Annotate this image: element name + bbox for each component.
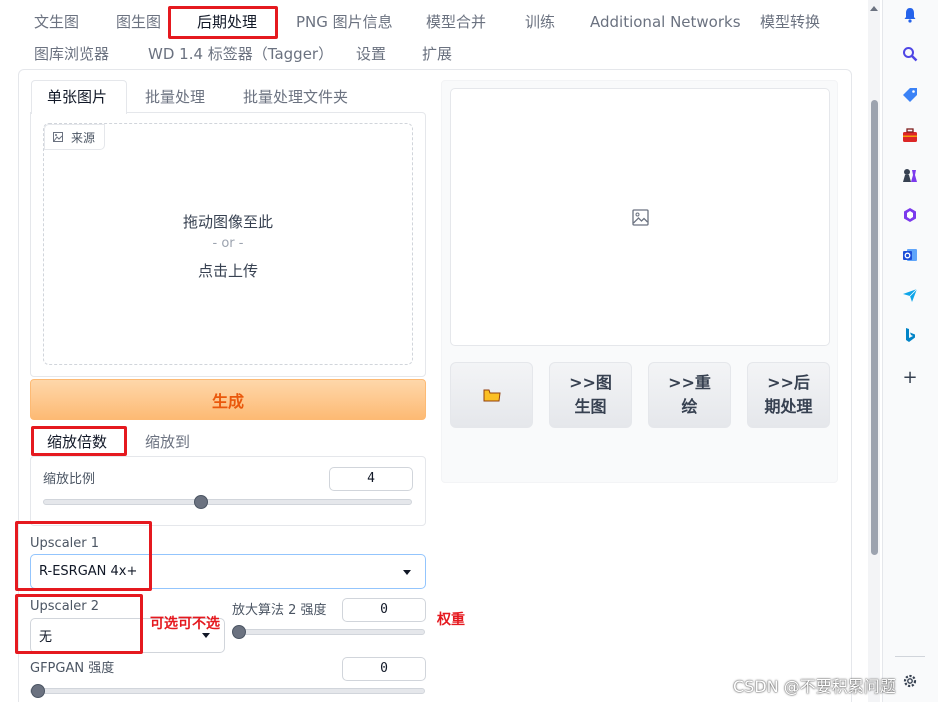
watermark: CSDN @不要积累问题 [733, 677, 896, 696]
scale-ratio-label: 缩放比例 [43, 472, 96, 487]
upscaler2-strength-slider-thumb[interactable] [232, 625, 246, 639]
gfpgan-slider-thumb[interactable] [31, 684, 45, 698]
bing-icon[interactable] [901, 326, 919, 344]
chevron-down-icon [202, 633, 210, 638]
subtab-single-image[interactable]: 单张图片 [47, 87, 107, 107]
send-inpaint-line1: >>重 [668, 373, 711, 392]
upscaler2-strength-label: 放大算法 2 强度 [232, 603, 327, 618]
scale-ratio-slider[interactable] [43, 499, 412, 505]
source-label-box: 来源 [44, 124, 105, 150]
folder-icon [483, 389, 501, 402]
image-dropzone[interactable]: 来源 拖动图像至此 - or - 点击上传 [43, 123, 413, 365]
add-icon[interactable]: + [901, 367, 919, 388]
or-text: - or - [212, 236, 244, 251]
bell-icon[interactable] [901, 6, 919, 24]
drop-text: 拖动图像至此 [182, 213, 273, 231]
outlook-icon[interactable] [901, 246, 919, 264]
annotation-weight: 权重 [437, 612, 465, 628]
tab-train[interactable]: 训练 [525, 12, 555, 32]
send-img2img-line2: 生图 [574, 397, 607, 416]
gfpgan-slider[interactable] [30, 688, 425, 694]
image-icon [53, 132, 63, 142]
scale-ratio-slider-thumb[interactable] [193, 495, 208, 509]
gfpgan-label: GFPGAN 强度 [30, 661, 115, 676]
tab-settings[interactable]: 设置 [356, 44, 386, 64]
upscaler2-strength-input[interactable]: 0 [342, 598, 426, 622]
gfpgan-input[interactable]: 0 [342, 657, 426, 681]
search-icon[interactable] [901, 45, 919, 63]
image-placeholder-icon [632, 209, 649, 226]
tab-tagger[interactable]: WD 1.4 标签器（Tagger） [148, 44, 333, 64]
tag-icon[interactable] [901, 86, 919, 104]
send-icon[interactable] [901, 286, 919, 304]
office-icon[interactable] [901, 206, 919, 224]
tab-png-info[interactable]: PNG 图片信息 [296, 12, 393, 32]
tab-extensions[interactable]: 扩展 [422, 44, 452, 64]
send-to-inpaint-button[interactable]: >>重绘 [648, 362, 731, 428]
gear-icon[interactable] [901, 672, 919, 690]
generate-label: 生成 [211, 391, 244, 411]
highlight-extras-tab [168, 6, 278, 39]
send-inpaint-line2: 绘 [681, 397, 698, 416]
chevron-down-icon [403, 570, 411, 575]
send-to-extras-button[interactable]: >>后期处理 [747, 362, 830, 428]
highlight-upscaler1 [15, 521, 152, 591]
upload-text: 点击上传 [197, 262, 258, 280]
highlight-scale-by [31, 426, 127, 456]
subtab-batch[interactable]: 批量处理 [145, 87, 205, 107]
scrollbar-thumb[interactable] [871, 100, 878, 555]
send-to-img2img-button[interactable]: >>图生图 [549, 362, 632, 428]
sidebar-divider [895, 656, 925, 657]
browser-sidebar: + [882, 0, 938, 702]
upscaler2-strength-slider[interactable] [232, 629, 425, 635]
tab-checkpoint-merger[interactable]: 模型合并 [426, 12, 486, 32]
subtab-scale-to[interactable]: 缩放到 [145, 432, 190, 452]
toolbox-icon[interactable] [901, 126, 919, 144]
tab-txt2img[interactable]: 文生图 [34, 12, 79, 32]
tab-additional-networks[interactable]: Additional Networks [590, 12, 741, 32]
subtab-batch-folder[interactable]: 批量处理文件夹 [243, 87, 348, 107]
open-folder-button[interactable] [450, 362, 533, 428]
tab-img2img[interactable]: 图生图 [116, 12, 161, 32]
tab-model-convert[interactable]: 模型转换 [760, 12, 820, 32]
output-image-area [450, 88, 830, 346]
scroll-up-icon[interactable] [870, 6, 878, 11]
source-label: 来源 [71, 130, 96, 145]
generate-button[interactable]: 生成 [30, 379, 426, 420]
highlight-upscaler2 [15, 594, 143, 654]
tab-image-browser[interactable]: 图库浏览器 [34, 44, 109, 64]
scale-ratio-input[interactable]: 4 [329, 467, 413, 491]
send-extras-line1: >>后 [767, 373, 810, 392]
chess-icon[interactable] [901, 166, 919, 184]
send-extras-line2: 期处理 [764, 397, 813, 416]
send-img2img-line1: >>图 [569, 373, 612, 392]
annotation-optional: 可选可不选 [150, 616, 220, 632]
